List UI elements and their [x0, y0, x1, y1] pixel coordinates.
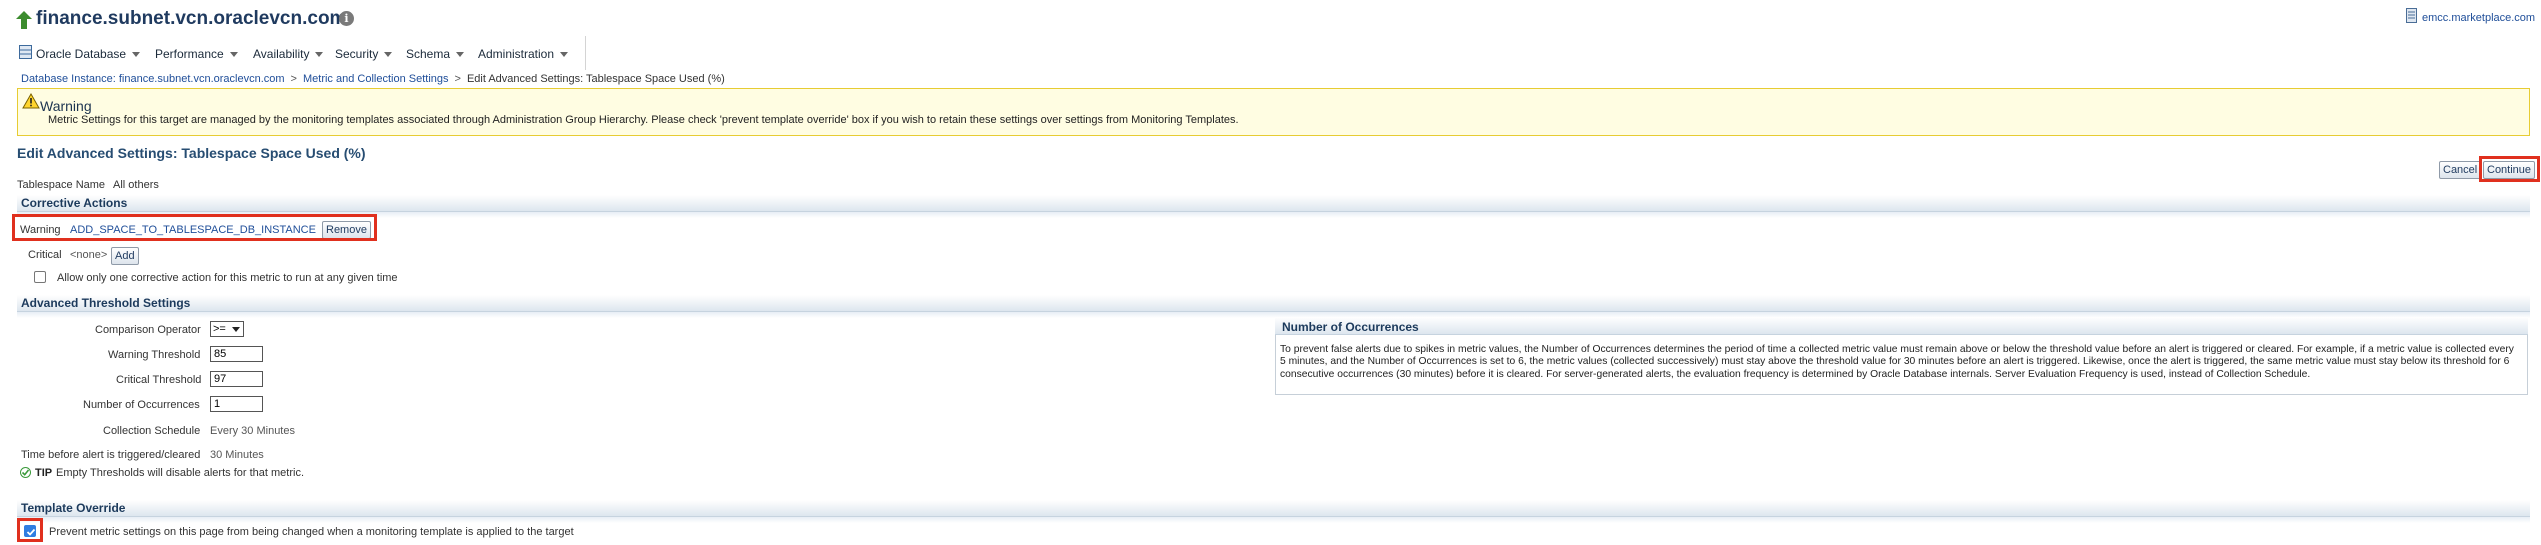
threshold-settings-title: Advanced Threshold Settings — [21, 296, 191, 310]
breadcrumb-metric-settings[interactable]: Metric and Collection Settings — [303, 73, 449, 85]
comparison-operator-label: Comparison Operator — [95, 324, 201, 336]
target-title: finance.subnet.vcn.oraclevcn.com — [36, 8, 347, 29]
ca-critical-value: <none> — [70, 249, 108, 261]
breadcrumb-separator: > — [454, 73, 461, 85]
section-divider — [17, 212, 2530, 218]
corrective-actions-header: Corrective Actions — [17, 195, 2530, 212]
tablespace-name-label: Tablespace Name — [17, 179, 106, 191]
chevron-down-icon — [384, 52, 393, 58]
tip-label: TIP — [35, 467, 53, 479]
comparison-operator-value: >= — [213, 323, 226, 335]
menu-security[interactable]: Security — [335, 47, 393, 61]
server-icon — [2406, 8, 2417, 23]
chevron-down-icon — [132, 52, 141, 58]
breadcrumb-separator: > — [290, 73, 297, 85]
allow-one-action-label: Allow only one corrective action for thi… — [57, 272, 398, 284]
chevron-down-icon — [229, 52, 238, 58]
occurrences-info-text: To prevent false alerts due to spikes in… — [1280, 344, 2514, 380]
section-divider — [17, 517, 2530, 523]
menu-availability[interactable]: Availability — [253, 47, 324, 61]
time-before-alert-label: Time before alert is triggered/cleared — [21, 449, 201, 461]
comparison-operator-select[interactable]: >= — [210, 321, 244, 337]
page-heading: Edit Advanced Settings: Tablespace Space… — [17, 145, 366, 161]
menu-performance[interactable]: Performance — [155, 47, 238, 61]
collection-schedule-value: Every 30 Minutes — [210, 425, 295, 437]
menu-availability-label: Availability — [253, 47, 310, 61]
occurrences-info-title: Number of Occurrences — [1282, 320, 1419, 334]
warning-message: Metric Settings for this target are mana… — [48, 114, 1239, 126]
cancel-button[interactable]: Cancel — [2439, 161, 2482, 179]
time-before-alert-value: 30 Minutes — [210, 449, 264, 461]
host-link[interactable]: emcc.marketplace.com — [2422, 12, 2535, 24]
occurrences-info-header — [1275, 317, 2528, 335]
warning-threshold-input[interactable] — [210, 346, 263, 362]
occurrences-label: Number of Occurrences — [83, 399, 200, 411]
breadcrumb-current: Edit Advanced Settings: Tablespace Space… — [466, 73, 725, 85]
chevron-down-icon — [315, 52, 324, 58]
menu-performance-label: Performance — [155, 47, 224, 61]
tip-text: Empty Thresholds will disable alerts for… — [56, 467, 304, 479]
warning-banner — [17, 88, 2530, 136]
menu-security-label: Security — [335, 47, 379, 61]
chevron-down-icon — [560, 52, 569, 58]
up-arrow-icon — [16, 11, 32, 29]
info-icon[interactable]: i — [339, 11, 354, 26]
collection-schedule-label: Collection Schedule — [103, 425, 201, 437]
menu-schema-label: Schema — [406, 47, 451, 61]
chevron-down-icon — [232, 327, 240, 332]
tablespace-name-value: All others — [113, 179, 159, 191]
target-menubar: Oracle Database Performance Availability… — [10, 36, 586, 70]
warning-action-highlight-frame — [12, 214, 377, 241]
threshold-settings-header: Advanced Threshold Settings — [17, 295, 2530, 312]
continue-highlight-frame — [2479, 156, 2540, 182]
template-override-header: Template Override — [17, 500, 2530, 517]
warning-icon — [22, 93, 40, 109]
template-override-title: Template Override — [21, 501, 126, 515]
chevron-down-icon — [456, 52, 465, 58]
occurrences-input[interactable] — [210, 396, 263, 412]
ca-critical-label: Critical — [28, 249, 62, 261]
corrective-actions-title: Corrective Actions — [21, 196, 128, 210]
menu-schema[interactable]: Schema — [406, 47, 465, 61]
tip-check-icon — [20, 467, 31, 478]
critical-threshold-label: Critical Threshold — [116, 374, 202, 386]
database-icon — [19, 45, 32, 59]
critical-threshold-input[interactable] — [210, 371, 263, 387]
menu-administration[interactable]: Administration — [478, 47, 569, 61]
menu-oracle-database[interactable]: Oracle Database — [36, 47, 141, 61]
warning-threshold-label: Warning Threshold — [108, 349, 201, 361]
menu-administration-label: Administration — [478, 47, 555, 61]
warning-title: Warning — [40, 98, 92, 114]
prevent-override-highlight-frame — [17, 518, 43, 542]
breadcrumb: Database Instance: finance.subnet.vcn.or… — [21, 73, 725, 85]
prevent-override-label: Prevent metric settings on this page fro… — [49, 526, 574, 538]
allow-one-action-checkbox[interactable] — [34, 271, 46, 283]
menu-oracle-database-label: Oracle Database — [36, 47, 127, 61]
breadcrumb-database-instance[interactable]: Database Instance: finance.subnet.vcn.or… — [21, 73, 285, 85]
add-button[interactable]: Add — [111, 247, 139, 265]
